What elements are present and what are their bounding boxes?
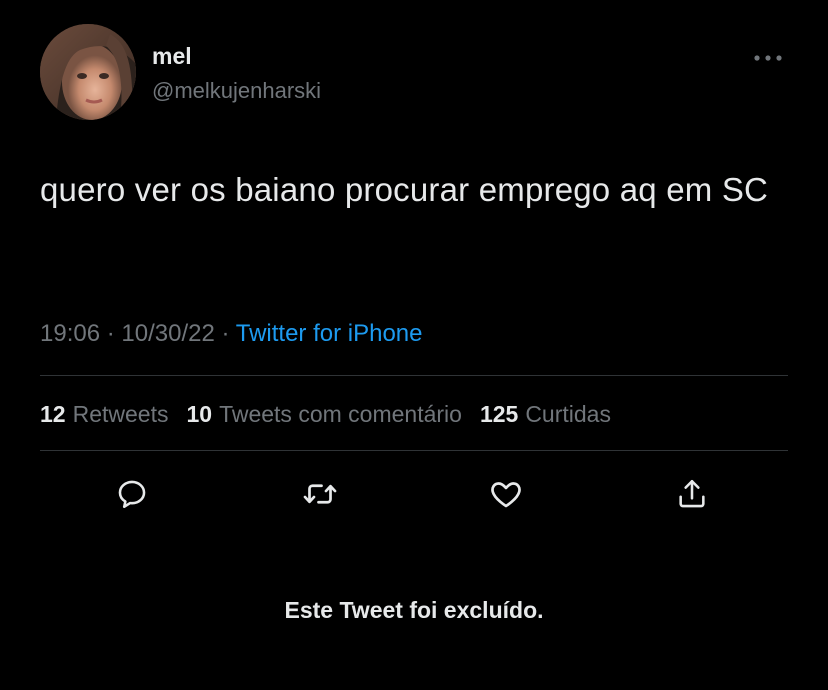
reply-button[interactable]	[108, 470, 156, 518]
deleted-tweet-notice: Este Tweet foi excluído.	[284, 597, 544, 623]
tweet-text: quero ver os baiano procurar emprego aq …	[40, 171, 769, 208]
display-name[interactable]: mel	[152, 42, 192, 70]
quote-tweets-stat[interactable]: 10 Tweets com comentário	[186, 398, 461, 430]
reply-icon	[118, 480, 146, 509]
action-bar	[0, 470, 828, 518]
meta-separator: ·	[106, 320, 115, 347]
tweet-detail: mel @melkujenharski quero ver os baiano …	[0, 0, 828, 690]
likes-stat[interactable]: 125 Curtidas	[480, 398, 611, 430]
tweet-date[interactable]: 10/30/22	[121, 320, 214, 347]
tweet-meta: 19:06 · 10/30/22 · Twitter for iPhone	[40, 318, 422, 350]
retweet-button[interactable]	[296, 470, 344, 518]
retweets-label: Retweets	[72, 401, 169, 427]
tweet-time[interactable]: 19:06	[40, 320, 100, 347]
more-horizontal-icon	[754, 55, 782, 61]
share-icon	[679, 479, 705, 508]
divider	[40, 450, 788, 451]
retweets-stat[interactable]: 12 Retweets	[40, 398, 168, 430]
avatar[interactable]	[40, 24, 136, 120]
engagement-stats: 12 Retweets 10 Tweets com comentário 125 Cu…	[40, 398, 629, 430]
divider	[40, 375, 788, 376]
meta-separator: ·	[221, 320, 230, 347]
user-handle[interactable]: @melkujenharski	[152, 77, 321, 105]
quotes-label: Tweets com comentário	[219, 401, 462, 427]
tweet-source-link[interactable]: Twitter for iPhone	[236, 320, 423, 347]
share-button[interactable]	[668, 470, 716, 518]
avatar-photo	[40, 24, 136, 120]
retweet-icon	[303, 484, 337, 504]
likes-count: 125	[479, 401, 519, 427]
more-options-button[interactable]	[748, 48, 788, 68]
retweets-count: 12	[40, 401, 66, 427]
likes-label: Curtidas	[525, 401, 611, 427]
heart-icon	[491, 482, 521, 508]
like-button[interactable]	[482, 470, 530, 518]
quotes-count: 10	[186, 401, 213, 427]
